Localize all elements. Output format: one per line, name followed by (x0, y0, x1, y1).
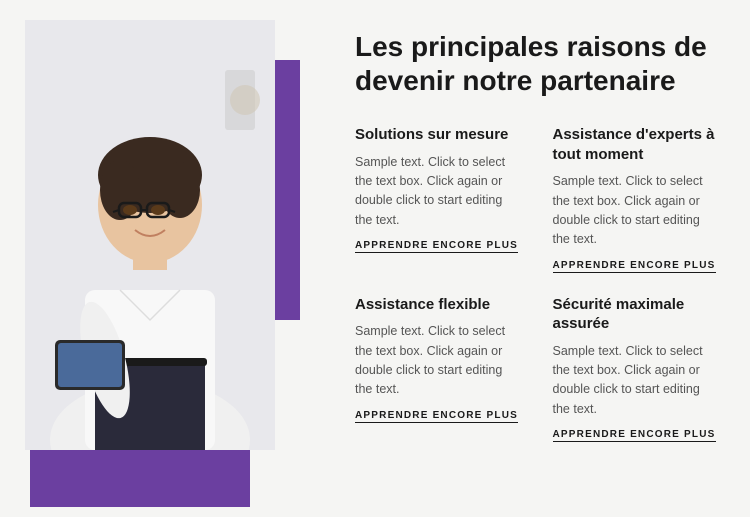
feature-item-assistance-experts: Assistance d'experts à tout moment Sample… (553, 125, 721, 273)
right-panel: Les principales raisons de devenir notre… (320, 0, 750, 517)
feature-text-assistance-experts: Sample text. Click to select the text bo… (553, 172, 721, 250)
feature-title-securite: Sécurité maximale assurée (553, 295, 721, 334)
feature-text-securite: Sample text. Click to select the text bo… (553, 342, 721, 420)
feature-text-assistance-flexible: Sample text. Click to select the text bo… (355, 322, 523, 400)
main-title: Les principales raisons de devenir notre… (355, 30, 720, 97)
feature-link-assistance-flexible[interactable]: APPRENDRE ENCORE PLUS (355, 410, 518, 423)
feature-item-securite: Sécurité maximale assurée Sample text. Cl… (553, 295, 721, 443)
feature-item-solutions: Solutions sur mesure Sample text. Click t… (355, 125, 523, 273)
feature-link-assistance-experts[interactable]: APPRENDRE ENCORE PLUS (553, 260, 716, 273)
feature-link-solutions[interactable]: APPRENDRE ENCORE PLUS (355, 240, 518, 253)
left-panel (0, 0, 320, 517)
feature-item-assistance-flexible: Assistance flexible Sample text. Click to… (355, 295, 523, 443)
photo-container (25, 20, 275, 450)
feature-link-securite[interactable]: APPRENDRE ENCORE PLUS (553, 429, 716, 442)
feature-title-assistance-flexible: Assistance flexible (355, 295, 523, 315)
feature-text-solutions: Sample text. Click to select the text bo… (355, 153, 523, 231)
feature-title-solutions: Solutions sur mesure (355, 125, 523, 145)
feature-title-assistance-experts: Assistance d'experts à tout moment (553, 125, 721, 164)
page-container: Les principales raisons de devenir notre… (0, 0, 750, 517)
features-grid: Solutions sur mesure Sample text. Click t… (355, 125, 720, 442)
person-photo (25, 20, 275, 450)
